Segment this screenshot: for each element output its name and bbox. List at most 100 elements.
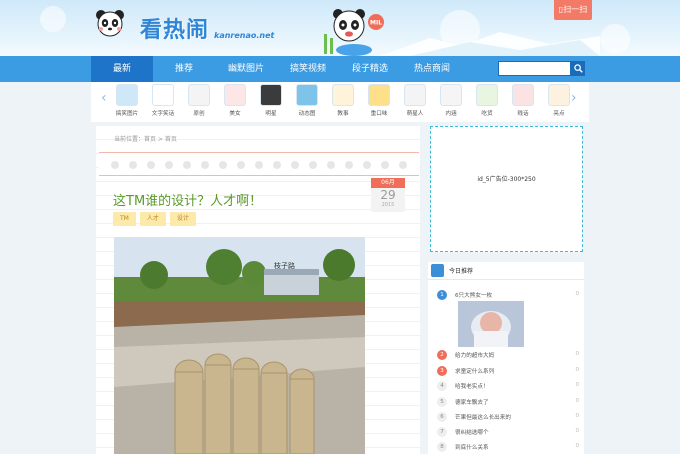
panda-badge-icon [431, 264, 444, 277]
ad-slot[interactable]: id_5广告位-300*250 [430, 126, 583, 252]
category-item[interactable]: 搞笑图片 [109, 84, 145, 117]
recommend-item[interactable]: 4 哈我老实点！ 0 [437, 381, 581, 393]
post-tag[interactable]: 设计 [169, 212, 196, 226]
picture-icon [116, 84, 138, 106]
search-input[interactable] [498, 61, 571, 76]
cat-mask-icon [260, 84, 282, 106]
recommend-item[interactable]: 5 德家车飘去了 0 [437, 397, 581, 409]
rank-badge: 1 [437, 290, 447, 300]
ring-hole [255, 161, 263, 169]
baby-photo-image [458, 301, 524, 347]
recommend-item-title[interactable]: 德家车飘去了 [455, 398, 489, 406]
category-label: 美女 [229, 111, 241, 117]
recommend-item-count: 0 [575, 398, 579, 404]
ad-slot-label: id_5广告位-300*250 [477, 176, 536, 183]
rank-badge: 7 [437, 427, 447, 437]
category-label: 吃货 [481, 111, 493, 117]
category-strip: ‹ › 搞笑图片 文字笑话 原创 美女 明星 动态图 教事 重口味 萌星人 内涵 吃货 贱话 亮点 [91, 82, 589, 122]
post-photo[interactable]: 枝子路 [114, 237, 365, 454]
search-button[interactable] [571, 61, 585, 76]
recommend-item[interactable]: 6 芒果但最这么长出来的 0 [437, 412, 581, 424]
search-icon [573, 64, 583, 73]
breadcrumb[interactable]: 当前位置：首页 > 首页 [114, 134, 177, 143]
post-title[interactable]: 这TM谁的设计？人才啊！ [113, 190, 262, 209]
post-date-month: 06月 [371, 178, 405, 188]
decor-bubble [40, 6, 66, 32]
recommend-item[interactable]: 8 到底什么关系 0 [437, 442, 581, 454]
category-item[interactable]: 贱话 [505, 84, 541, 117]
category-item[interactable]: 教事 [325, 84, 361, 117]
panda-mascot-icon: MIL [324, 9, 384, 56]
category-item[interactable]: 动态图 [289, 84, 325, 117]
category-label: 动态图 [298, 111, 316, 117]
category-label: 原创 [193, 111, 205, 117]
category-item[interactable]: 明星 [253, 84, 289, 117]
recommend-item-count: 0 [575, 367, 579, 373]
pig-icon [512, 84, 534, 106]
ring-hole [183, 161, 191, 169]
recommend-item-title[interactable]: 芒果但最这么长出来的 [455, 413, 511, 421]
post-tag[interactable]: 人才 [139, 212, 166, 226]
category-item[interactable]: 美女 [217, 84, 253, 117]
rank-badge: 5 [437, 397, 447, 407]
rank-badge: 6 [437, 412, 447, 422]
category-item[interactable]: 原创 [181, 84, 217, 117]
poop-icon [332, 84, 354, 106]
recommend-item-title[interactable]: 到底什么关系 [455, 443, 489, 451]
nav-item-funny-videos[interactable]: 搞笑视频 [277, 56, 339, 82]
recommend-item-title[interactable]: 6只大熊女一枚 [455, 291, 492, 299]
post-date-year: 2015 [381, 202, 395, 208]
rank-badge: 4 [437, 381, 447, 391]
panda-logo-icon[interactable] [95, 8, 125, 38]
nav-item-recommend[interactable]: 推荐 [153, 56, 215, 82]
recommend-item-title[interactable]: 求童定什么系列 [455, 367, 494, 375]
ring-hole [309, 161, 317, 169]
ring-hole [201, 161, 209, 169]
nav-item-hot-news[interactable]: 热点商闻 [401, 56, 463, 82]
category-item[interactable]: 内涵 [433, 84, 469, 117]
book-icon [368, 84, 390, 106]
category-item[interactable]: 吃货 [469, 84, 505, 117]
qr-scan-button[interactable]: ▯扫一扫 [554, 0, 592, 20]
recommend-item[interactable]: 7 很纠结选哪个 0 [437, 427, 581, 439]
category-label: 明星 [265, 111, 277, 117]
category-item[interactable]: 萌星人 [397, 84, 433, 117]
notebook-ring-bar [99, 152, 419, 176]
post-date-day: 29 [380, 188, 396, 202]
ring-hole [381, 161, 389, 169]
category-label: 文字笑话 [151, 111, 175, 117]
recommend-item-title[interactable]: 很纠结选哪个 [455, 428, 489, 436]
ring-hole [237, 161, 245, 169]
qr-scan-label: 扫一扫 [563, 5, 588, 14]
category-item[interactable]: 重口味 [361, 84, 397, 117]
category-label: 搞笑图片 [115, 111, 139, 117]
ring-hole [129, 161, 137, 169]
nav-item-humor-pictures[interactable]: 幽默图片 [215, 56, 277, 82]
recommend-item[interactable]: 2 给力的超市大妈 0 [437, 350, 581, 362]
recommend-item-title[interactable]: 给力的超市大妈 [455, 351, 494, 359]
category-item[interactable]: 文字笑话 [145, 84, 181, 117]
category-item[interactable]: 亮点 [541, 84, 577, 117]
recommend-thumbnail[interactable] [458, 301, 524, 347]
category-label: 贱话 [517, 111, 529, 117]
egg-icon [440, 84, 462, 106]
ring-hole [111, 161, 119, 169]
site-logo-text[interactable]: 看热闹 [140, 12, 209, 44]
recommend-item[interactable]: 3 求童定什么系列 0 [437, 366, 581, 378]
recommend-item-count: 0 [575, 413, 579, 419]
text-doc-icon [152, 84, 174, 106]
nav-item-latest[interactable]: 最新 [91, 56, 153, 82]
post-tag[interactable]: TM [113, 212, 136, 226]
recommend-item-title[interactable]: 哈我老实点！ [455, 382, 489, 390]
mountain-decor [380, 32, 600, 56]
ring-hole [147, 161, 155, 169]
nav-item-jokes[interactable]: 段子精选 [339, 56, 401, 82]
recommend-title: 今日推荐 [449, 268, 474, 275]
decor-bubble [600, 24, 630, 54]
chevron-left-icon[interactable]: ‹ [101, 90, 107, 106]
photo-sign-text: 枝子路 [274, 261, 295, 270]
post-date: 06月 29 2015 [371, 178, 405, 212]
ring-hole [327, 161, 335, 169]
ring-hole [165, 161, 173, 169]
recommend-item-count: 0 [575, 351, 579, 357]
